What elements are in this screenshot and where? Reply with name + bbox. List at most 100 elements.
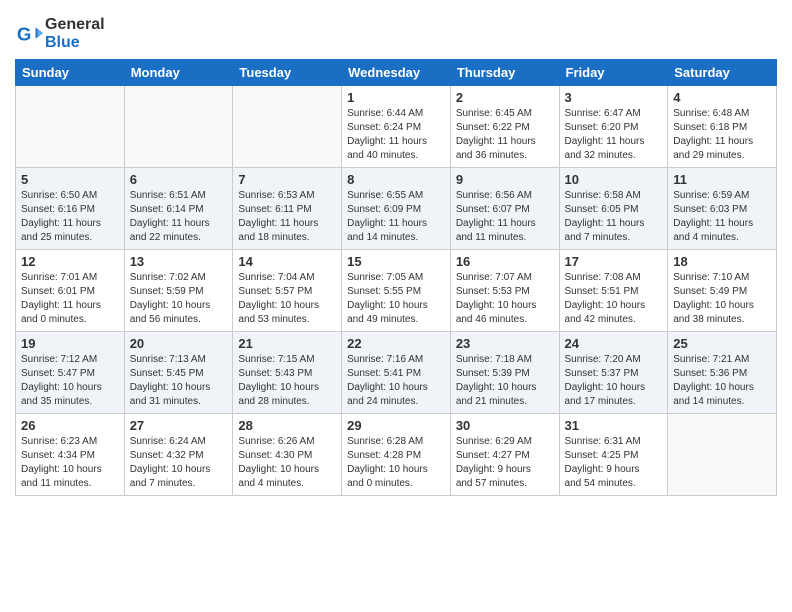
day-info: Sunrise: 7:15 AM Sunset: 5:43 PM Dayligh…	[238, 353, 336, 409]
day-cell: 21 Sunrise: 7:15 AM Sunset: 5:43 PM Dayli…	[233, 332, 342, 414]
day-info: Sunrise: 7:02 AM Sunset: 5:59 PM Dayligh…	[130, 271, 228, 327]
day-cell: 27 Sunrise: 6:24 AM Sunset: 4:32 PM Dayli…	[124, 414, 233, 496]
day-number: 31	[565, 418, 663, 433]
calendar-page: G General Blue SundayMondayTuesdayWednes…	[0, 0, 792, 511]
day-cell: 12 Sunrise: 7:01 AM Sunset: 6:01 PM Dayli…	[16, 250, 125, 332]
day-cell: 15 Sunrise: 7:05 AM Sunset: 5:55 PM Dayli…	[342, 250, 451, 332]
day-info: Sunrise: 6:58 AM Sunset: 6:05 PM Dayligh…	[565, 189, 663, 245]
day-number: 15	[347, 254, 445, 269]
day-cell: 9 Sunrise: 6:56 AM Sunset: 6:07 PM Daylig…	[450, 168, 559, 250]
svg-text:G: G	[17, 23, 32, 44]
day-number: 11	[673, 172, 771, 187]
day-cell: 18Sunrise: 7:10 AM Sunset: 5:49 PM Dayli…	[668, 250, 777, 332]
weekday-saturday: Saturday	[668, 60, 777, 86]
day-cell: 26 Sunrise: 6:23 AM Sunset: 4:34 PM Dayli…	[16, 414, 125, 496]
day-cell: 2 Sunrise: 6:45 AM Sunset: 6:22 PM Daylig…	[450, 86, 559, 168]
day-number: 21	[238, 336, 336, 351]
day-cell: 14Sunrise: 7:04 AM Sunset: 5:57 PM Dayli…	[233, 250, 342, 332]
day-number: 8	[347, 172, 445, 187]
day-info: Sunrise: 6:59 AM Sunset: 6:03 PM Dayligh…	[673, 189, 771, 245]
weekday-friday: Friday	[559, 60, 668, 86]
day-cell	[668, 414, 777, 496]
day-number: 30	[456, 418, 554, 433]
logo-line1: General	[45, 16, 105, 34]
day-info: Sunrise: 6:55 AM Sunset: 6:09 PM Dayligh…	[347, 189, 445, 245]
day-number: 6	[130, 172, 228, 187]
week-row-2: 5 Sunrise: 6:50 AM Sunset: 6:16 PM Daylig…	[16, 168, 777, 250]
logo-line2: Blue	[45, 34, 105, 52]
day-info: Sunrise: 6:23 AM Sunset: 4:34 PM Dayligh…	[21, 435, 119, 491]
weekday-tuesday: Tuesday	[233, 60, 342, 86]
weekday-header-row: SundayMondayTuesdayWednesdayThursdayFrid…	[16, 60, 777, 86]
day-number: 12	[21, 254, 119, 269]
day-number: 7	[238, 172, 336, 187]
day-info: Sunrise: 7:04 AM Sunset: 5:57 PM Dayligh…	[238, 271, 336, 327]
day-cell: 17Sunrise: 7:08 AM Sunset: 5:51 PM Dayli…	[559, 250, 668, 332]
day-number: 22	[347, 336, 445, 351]
day-number: 5	[21, 172, 119, 187]
day-cell: 31 Sunrise: 6:31 AM Sunset: 4:25 PM Dayli…	[559, 414, 668, 496]
day-info: Sunrise: 6:28 AM Sunset: 4:28 PM Dayligh…	[347, 435, 445, 491]
week-row-1: 1 Sunrise: 6:44 AM Sunset: 6:24 PM Daylig…	[16, 86, 777, 168]
day-cell: 11 Sunrise: 6:59 AM Sunset: 6:03 PM Dayli…	[668, 168, 777, 250]
day-cell: 6Sunrise: 6:51 AM Sunset: 6:14 PM Daylig…	[124, 168, 233, 250]
day-cell: 10 Sunrise: 6:58 AM Sunset: 6:05 PM Dayli…	[559, 168, 668, 250]
day-number: 28	[238, 418, 336, 433]
header: G General Blue	[15, 10, 777, 51]
day-cell: 3 Sunrise: 6:47 AM Sunset: 6:20 PM Daylig…	[559, 86, 668, 168]
day-info: Sunrise: 6:53 AM Sunset: 6:11 PM Dayligh…	[238, 189, 336, 245]
day-number: 27	[130, 418, 228, 433]
day-number: 19	[21, 336, 119, 351]
day-cell: 29 Sunrise: 6:28 AM Sunset: 4:28 PM Dayli…	[342, 414, 451, 496]
day-number: 23	[456, 336, 554, 351]
day-number: 24	[565, 336, 663, 351]
day-number: 3	[565, 90, 663, 105]
day-number: 2	[456, 90, 554, 105]
week-row-5: 26 Sunrise: 6:23 AM Sunset: 4:34 PM Dayli…	[16, 414, 777, 496]
day-info: Sunrise: 7:12 AM Sunset: 5:47 PM Dayligh…	[21, 353, 119, 409]
day-number: 29	[347, 418, 445, 433]
week-row-3: 12 Sunrise: 7:01 AM Sunset: 6:01 PM Dayli…	[16, 250, 777, 332]
day-number: 16	[456, 254, 554, 269]
day-info: Sunrise: 7:10 AM Sunset: 5:49 PM Dayligh…	[673, 271, 771, 327]
day-number: 9	[456, 172, 554, 187]
day-number: 1	[347, 90, 445, 105]
day-number: 4	[673, 90, 771, 105]
day-cell: 13 Sunrise: 7:02 AM Sunset: 5:59 PM Dayli…	[124, 250, 233, 332]
day-cell: 22Sunrise: 7:16 AM Sunset: 5:41 PM Dayli…	[342, 332, 451, 414]
day-cell: 7 Sunrise: 6:53 AM Sunset: 6:11 PM Daylig…	[233, 168, 342, 250]
day-number: 25	[673, 336, 771, 351]
day-info: Sunrise: 6:24 AM Sunset: 4:32 PM Dayligh…	[130, 435, 228, 491]
day-number: 10	[565, 172, 663, 187]
day-number: 17	[565, 254, 663, 269]
day-info: Sunrise: 7:13 AM Sunset: 5:45 PM Dayligh…	[130, 353, 228, 409]
day-cell: 28 Sunrise: 6:26 AM Sunset: 4:30 PM Dayli…	[233, 414, 342, 496]
day-info: Sunrise: 6:44 AM Sunset: 6:24 PM Dayligh…	[347, 107, 445, 163]
day-info: Sunrise: 7:01 AM Sunset: 6:01 PM Dayligh…	[21, 271, 119, 327]
day-info: Sunrise: 6:26 AM Sunset: 4:30 PM Dayligh…	[238, 435, 336, 491]
day-info: Sunrise: 7:05 AM Sunset: 5:55 PM Dayligh…	[347, 271, 445, 327]
weekday-sunday: Sunday	[16, 60, 125, 86]
day-cell: 24Sunrise: 7:20 AM Sunset: 5:37 PM Dayli…	[559, 332, 668, 414]
week-row-4: 19 Sunrise: 7:12 AM Sunset: 5:47 PM Dayli…	[16, 332, 777, 414]
day-number: 13	[130, 254, 228, 269]
day-info: Sunrise: 6:48 AM Sunset: 6:18 PM Dayligh…	[673, 107, 771, 163]
day-cell	[124, 86, 233, 168]
day-cell: 1 Sunrise: 6:44 AM Sunset: 6:24 PM Daylig…	[342, 86, 451, 168]
logo-icon: G	[15, 20, 43, 48]
day-info: Sunrise: 6:50 AM Sunset: 6:16 PM Dayligh…	[21, 189, 119, 245]
day-cell	[233, 86, 342, 168]
day-info: Sunrise: 6:31 AM Sunset: 4:25 PM Dayligh…	[565, 435, 663, 491]
day-info: Sunrise: 6:56 AM Sunset: 6:07 PM Dayligh…	[456, 189, 554, 245]
day-info: Sunrise: 6:47 AM Sunset: 6:20 PM Dayligh…	[565, 107, 663, 163]
day-cell: 23Sunrise: 7:18 AM Sunset: 5:39 PM Dayli…	[450, 332, 559, 414]
day-info: Sunrise: 6:29 AM Sunset: 4:27 PM Dayligh…	[456, 435, 554, 491]
calendar-table: SundayMondayTuesdayWednesdayThursdayFrid…	[15, 59, 777, 496]
day-cell: 19 Sunrise: 7:12 AM Sunset: 5:47 PM Dayli…	[16, 332, 125, 414]
logo: G General Blue	[15, 16, 105, 51]
day-cell: 5 Sunrise: 6:50 AM Sunset: 6:16 PM Daylig…	[16, 168, 125, 250]
day-cell	[16, 86, 125, 168]
day-cell: 16Sunrise: 7:07 AM Sunset: 5:53 PM Dayli…	[450, 250, 559, 332]
day-info: Sunrise: 6:45 AM Sunset: 6:22 PM Dayligh…	[456, 107, 554, 163]
day-number: 26	[21, 418, 119, 433]
